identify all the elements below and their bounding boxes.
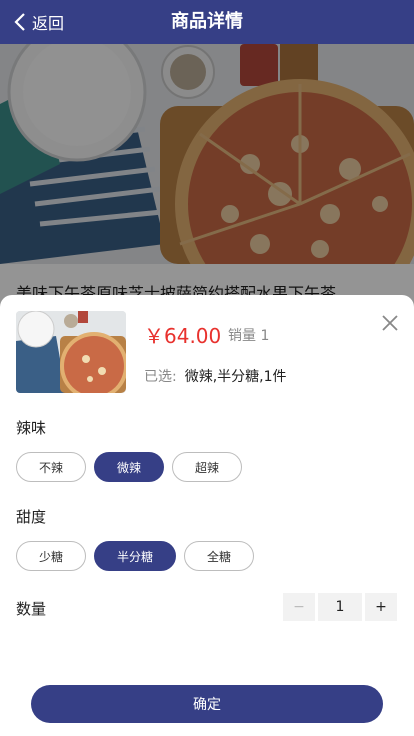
option-spice-none[interactable]: 不辣 <box>16 452 87 482</box>
option-sweet-half[interactable]: 半分糖 <box>94 541 177 571</box>
option-spice-hot[interactable]: 超辣 <box>172 452 243 482</box>
quantity-plus-button[interactable]: + <box>365 593 397 621</box>
quantity-minus-button[interactable]: − <box>283 593 315 621</box>
back-button[interactable]: 返回 <box>14 0 64 44</box>
quantity-value[interactable]: 1 <box>318 593 362 621</box>
selected-value: 微辣,半分糖,1件 <box>184 369 287 385</box>
price: ￥64.00 <box>144 324 222 348</box>
quantity-label: 数量 <box>16 600 47 618</box>
option-sweet-full[interactable]: 全糖 <box>184 541 255 571</box>
option-spice-mild[interactable]: 微辣 <box>94 452 165 482</box>
option-sweet-low[interactable]: 少糖 <box>16 541 87 571</box>
quantity-stepper: − 1 + <box>283 593 397 621</box>
selected-summary: 已选: 微辣,半分糖,1件 <box>144 366 287 386</box>
sweetness-options: 少糖 半分糖 全糖 <box>16 541 255 571</box>
product-thumbnail <box>16 311 126 393</box>
chevron-left-icon <box>14 13 25 31</box>
spec-selector-sheet: ￥64.00 销量 1 已选: 微辣,半分糖,1件 辣味 不辣 微辣 超辣 甜度… <box>0 295 414 736</box>
spice-options: 不辣 微辣 超辣 <box>16 452 243 482</box>
selected-label: 已选: <box>144 369 177 385</box>
confirm-button[interactable]: 确定 <box>31 685 383 723</box>
top-nav-bar: 返回 商品详情 <box>0 0 414 44</box>
close-icon[interactable] <box>378 311 402 335</box>
sales-count: 销量 1 <box>228 328 270 344</box>
spice-group-title: 辣味 <box>16 419 47 437</box>
back-label: 返回 <box>32 14 65 33</box>
sweetness-group-title: 甜度 <box>16 508 47 526</box>
